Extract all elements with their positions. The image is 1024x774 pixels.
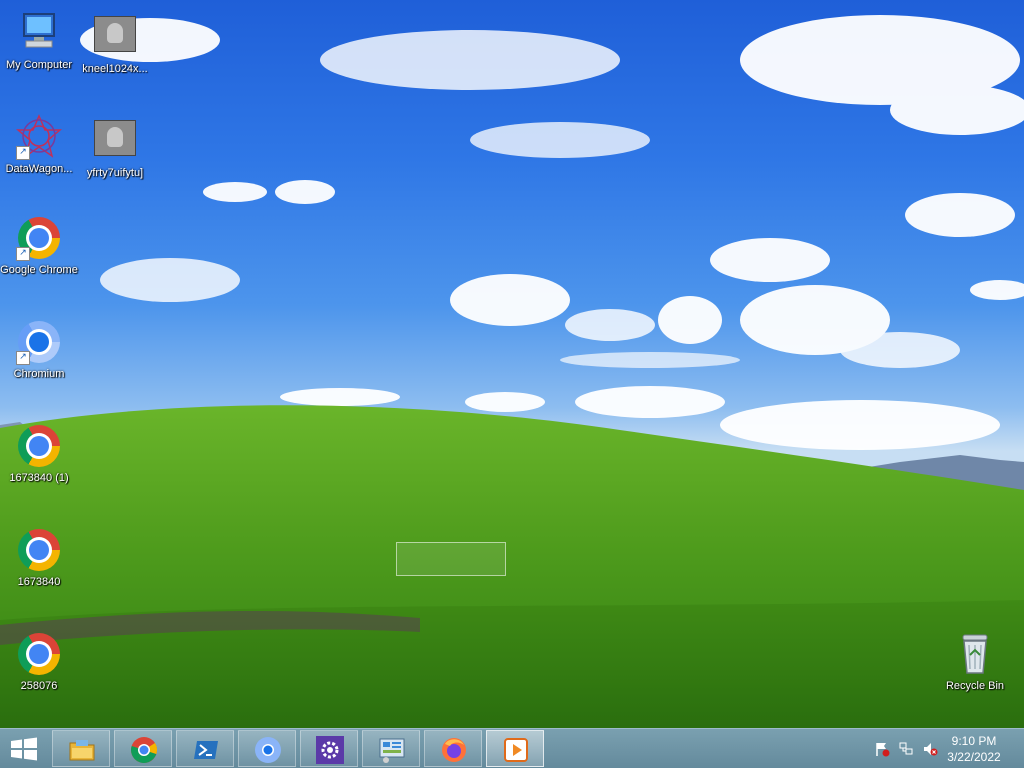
desktop-icon-1673840[interactable]: 1673840 xyxy=(0,527,78,589)
chrome-icon xyxy=(16,527,62,573)
desktop-icon-chromium[interactable]: ↗ Chromium xyxy=(0,319,78,381)
desktop-wallpaper xyxy=(0,0,1024,728)
desktop-icon-label: 1673840 (1) xyxy=(9,472,69,484)
desktop-icon-258076[interactable]: 258076 xyxy=(0,631,78,693)
desktop-icon-yfrty-image[interactable]: yfrty7uifytu] xyxy=(76,118,154,180)
desktop-icon-my-computer[interactable]: My Computer xyxy=(0,10,78,72)
taskbar-media-player[interactable] xyxy=(486,730,544,767)
desktop-icon-label: Chromium xyxy=(13,368,65,380)
desktop-icon-label: DataWagon... xyxy=(5,163,73,175)
clock-date: 3/22/2022 xyxy=(947,750,1001,764)
desktop-icon-label: kneel1024x... xyxy=(82,63,148,75)
start-button[interactable] xyxy=(0,729,48,769)
taskbar-google-chrome[interactable] xyxy=(114,730,172,767)
desktop-icon-datawagon[interactable]: ↗ DataWagon... xyxy=(0,114,78,176)
recycle-bin-icon xyxy=(952,631,998,677)
network-icon[interactable] xyxy=(898,741,914,757)
powershell-icon xyxy=(194,741,218,759)
file-explorer-icon xyxy=(69,740,95,761)
computer-icon xyxy=(16,10,62,56)
shortcut-arrow-icon: ↗ xyxy=(16,146,30,160)
taskbar-chromium[interactable] xyxy=(238,730,296,767)
media-player-icon xyxy=(504,738,528,762)
image-thumbnail-icon xyxy=(92,118,138,164)
taskbar-clock[interactable]: 9:10 PM 3/22/2022 xyxy=(934,733,1014,765)
desktop-icon-recycle-bin[interactable]: Recycle Bin xyxy=(936,631,1014,693)
taskbar-settings[interactable] xyxy=(300,730,358,767)
chromium-icon xyxy=(255,737,281,763)
desktop-icon-label: My Computer xyxy=(5,59,73,71)
taskbar: 9:10 PM 3/22/2022 xyxy=(0,728,1024,768)
desktop-icon-label: Google Chrome xyxy=(0,264,78,276)
desktop-icon-google-chrome[interactable]: ↗ Google Chrome xyxy=(0,215,78,277)
taskbar-file-explorer[interactable] xyxy=(52,730,110,767)
taskbar-powershell[interactable] xyxy=(176,730,234,767)
shortcut-arrow-icon: ↗ xyxy=(16,247,30,261)
settings-gear-icon xyxy=(316,736,344,764)
chromium-icon: ↗ xyxy=(16,319,62,365)
taskbar-control-panel[interactable] xyxy=(362,730,420,767)
chrome-icon xyxy=(16,631,62,677)
chrome-icon xyxy=(16,423,62,469)
taskbar-firefox[interactable] xyxy=(424,730,482,767)
desktop-icon-label: yfrty7uifytu] xyxy=(86,167,144,179)
chrome-icon xyxy=(131,737,157,764)
action-center-flag-icon[interactable] xyxy=(874,741,890,757)
windows-start-icon xyxy=(11,737,37,761)
shortcut-arrow-icon: ↗ xyxy=(16,351,30,365)
datawagon-icon: ↗ xyxy=(15,114,63,160)
image-thumbnail-icon xyxy=(92,14,138,60)
desktop-icon-kneel-image[interactable]: kneel1024x... xyxy=(76,14,154,76)
desktop-icon-label: Recycle Bin xyxy=(945,680,1005,692)
system-tray xyxy=(870,729,940,769)
desktop-selection-rectangle xyxy=(396,542,506,576)
clock-time: 9:10 PM xyxy=(951,734,997,748)
desktop-icon-1673840-1[interactable]: 1673840 (1) xyxy=(0,423,78,485)
bliss-landscape xyxy=(0,15,1024,728)
firefox-icon xyxy=(442,738,466,762)
chrome-icon: ↗ xyxy=(16,215,62,261)
desktop-icon-label: 258076 xyxy=(20,680,58,692)
control-panel-icon xyxy=(379,738,405,763)
desktop-icon-label: 1673840 xyxy=(17,576,61,588)
